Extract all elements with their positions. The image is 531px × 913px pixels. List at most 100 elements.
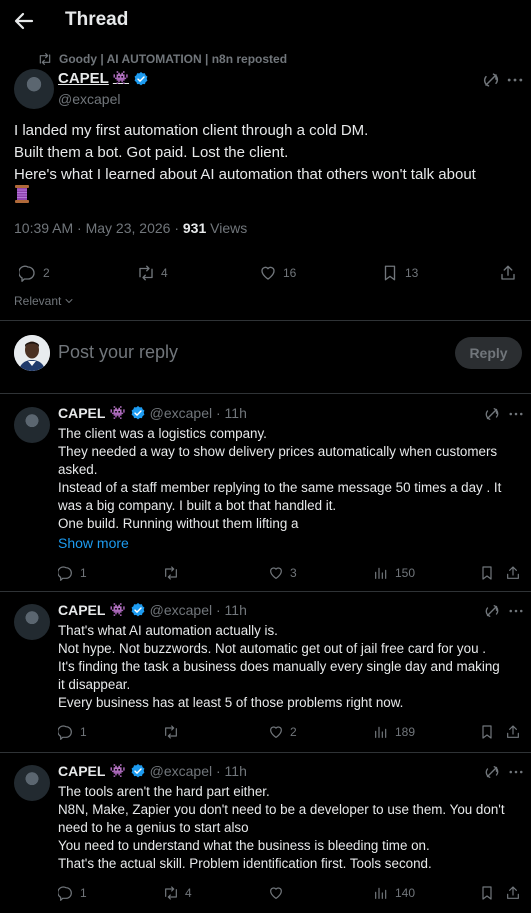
post-time[interactable]: 10:39 AM · May 23, 2026: [14, 220, 170, 236]
reply-post[interactable]: CAPEL 👾 @excapel · 11h That's what AI au…: [0, 594, 531, 752]
verified-icon: [130, 763, 146, 779]
bookmark-button[interactable]: [479, 565, 495, 581]
like-button[interactable]: 16: [259, 264, 296, 282]
author-handle[interactable]: @excapel: [58, 91, 120, 107]
reply-button[interactable]: 1: [58, 885, 87, 901]
separator: ·: [170, 220, 183, 236]
grok-icon[interactable]: [483, 405, 501, 423]
share-icon: [505, 724, 521, 740]
bookmark-button[interactable]: [479, 724, 495, 740]
bookmark-icon: [479, 885, 495, 901]
views-button[interactable]: 189: [373, 724, 415, 740]
heart-icon: [268, 724, 284, 740]
reply-line: They needed a way to show delivery price…: [58, 444, 498, 459]
bookmark-button[interactable]: 13: [381, 264, 418, 282]
repost-button[interactable]: [163, 724, 185, 740]
share-icon: [499, 264, 517, 282]
reply-post[interactable]: CAPEL 👾 @excapel · 11h The client was a …: [0, 397, 531, 590]
views-button[interactable]: 150: [373, 565, 415, 581]
verified-icon: [130, 405, 146, 421]
share-icon: [505, 565, 521, 581]
share-button[interactable]: [505, 565, 521, 581]
show-more-link[interactable]: Show more: [58, 534, 526, 552]
reply-submit-button[interactable]: Reply: [455, 337, 522, 369]
sort-dropdown[interactable]: Relevant: [14, 294, 75, 308]
like-button[interactable]: 2: [268, 724, 297, 740]
like-button[interactable]: [268, 885, 290, 901]
reply-line: That's what AI automation actually is.: [58, 623, 278, 638]
like-count: 16: [283, 266, 297, 280]
author-handle[interactable]: @excapel · 11h: [150, 405, 247, 421]
avatar[interactable]: [14, 604, 50, 640]
like-count: 3: [290, 566, 297, 580]
share-button[interactable]: [499, 264, 517, 282]
bookmark-button[interactable]: [479, 885, 495, 901]
heart-icon: [268, 565, 284, 581]
arrow-left-icon[interactable]: [12, 9, 36, 33]
user-avatar[interactable]: [14, 335, 50, 371]
reply-actions: 1 3 150: [0, 565, 531, 583]
reply-header: CAPEL 👾 @excapel · 11h: [58, 763, 247, 779]
reply-count: 1: [80, 566, 87, 580]
view-count: 140: [395, 886, 416, 900]
analytics-icon: [373, 885, 389, 901]
reply-header: CAPEL 👾 @excapel · 11h: [58, 405, 247, 421]
post-line: Here's what I learned about AI automatio…: [14, 166, 476, 183]
more-options-icon[interactable]: [507, 763, 525, 781]
reply-text: The client was a logistics company. They…: [58, 425, 526, 552]
reply-button[interactable]: 2: [19, 264, 50, 282]
more-options-icon[interactable]: [505, 70, 525, 90]
author-name-text[interactable]: CAPEL: [58, 70, 109, 87]
grok-icon[interactable]: [481, 70, 501, 90]
heart-icon: [268, 885, 284, 901]
avatar[interactable]: [14, 407, 50, 443]
author-name[interactable]: CAPEL: [58, 763, 105, 779]
analytics-icon: [373, 565, 389, 581]
view-count: 931: [182, 220, 207, 236]
more-options-icon[interactable]: [507, 602, 525, 620]
reply-icon: [58, 724, 74, 740]
share-icon: [505, 885, 521, 901]
reply-post[interactable]: CAPEL 👾 @excapel · 11h The tools aren't …: [0, 755, 531, 913]
reply-count: 1: [80, 725, 87, 739]
avatar[interactable]: [14, 765, 50, 801]
reply-text: The tools aren't the hard part either. N…: [58, 783, 526, 873]
reply-line: It's finding the task a business does ma…: [58, 659, 500, 674]
divider: [0, 320, 531, 321]
repost-icon: [137, 264, 155, 282]
reply-input[interactable]: Post your reply: [58, 342, 178, 363]
alien-monster-emoji: 👾: [109, 763, 126, 779]
author-name[interactable]: CAPEL: [58, 405, 105, 421]
bookmark-icon: [381, 264, 399, 282]
share-button[interactable]: [505, 885, 521, 901]
chevron-down-icon: [63, 295, 75, 307]
reply-line: N8N, Make, Zapier you don't need to be a…: [58, 802, 505, 817]
repost-icon: [163, 885, 179, 901]
grok-icon[interactable]: [483, 602, 501, 620]
author-handle[interactable]: @excapel · 11h: [150, 602, 247, 618]
repost-count: 4: [185, 886, 192, 900]
repost-count: 4: [161, 266, 168, 280]
repost-button[interactable]: 4: [137, 264, 168, 282]
reply-header: CAPEL 👾 @excapel · 11h: [58, 602, 247, 618]
reply-count: 2: [43, 266, 50, 280]
like-button[interactable]: 3: [268, 565, 297, 581]
view-count: 189: [395, 725, 416, 739]
alien-monster-emoji: 👾: [109, 602, 126, 618]
more-options-icon[interactable]: [507, 405, 525, 423]
author-handle[interactable]: @excapel · 11h: [150, 763, 247, 779]
author-name[interactable]: CAPEL: [58, 602, 105, 618]
reply-line: One build. Running without them lifting …: [58, 516, 299, 531]
share-button[interactable]: [505, 724, 521, 740]
author-name[interactable]: CAPEL 👾: [58, 70, 149, 87]
grok-icon[interactable]: [483, 763, 501, 781]
post-actions: 2 4 16 13: [0, 262, 531, 286]
reply-button[interactable]: 1: [58, 724, 87, 740]
repost-button[interactable]: 4: [163, 885, 192, 901]
page-title: Thread: [65, 9, 129, 30]
reply-button[interactable]: 1: [58, 565, 87, 581]
repost-button[interactable]: [163, 565, 185, 581]
views-button[interactable]: 140: [373, 885, 415, 901]
repost-indicator[interactable]: Goody | AI AUTOMATION | n8n reposted: [37, 52, 287, 66]
avatar[interactable]: [14, 69, 54, 109]
